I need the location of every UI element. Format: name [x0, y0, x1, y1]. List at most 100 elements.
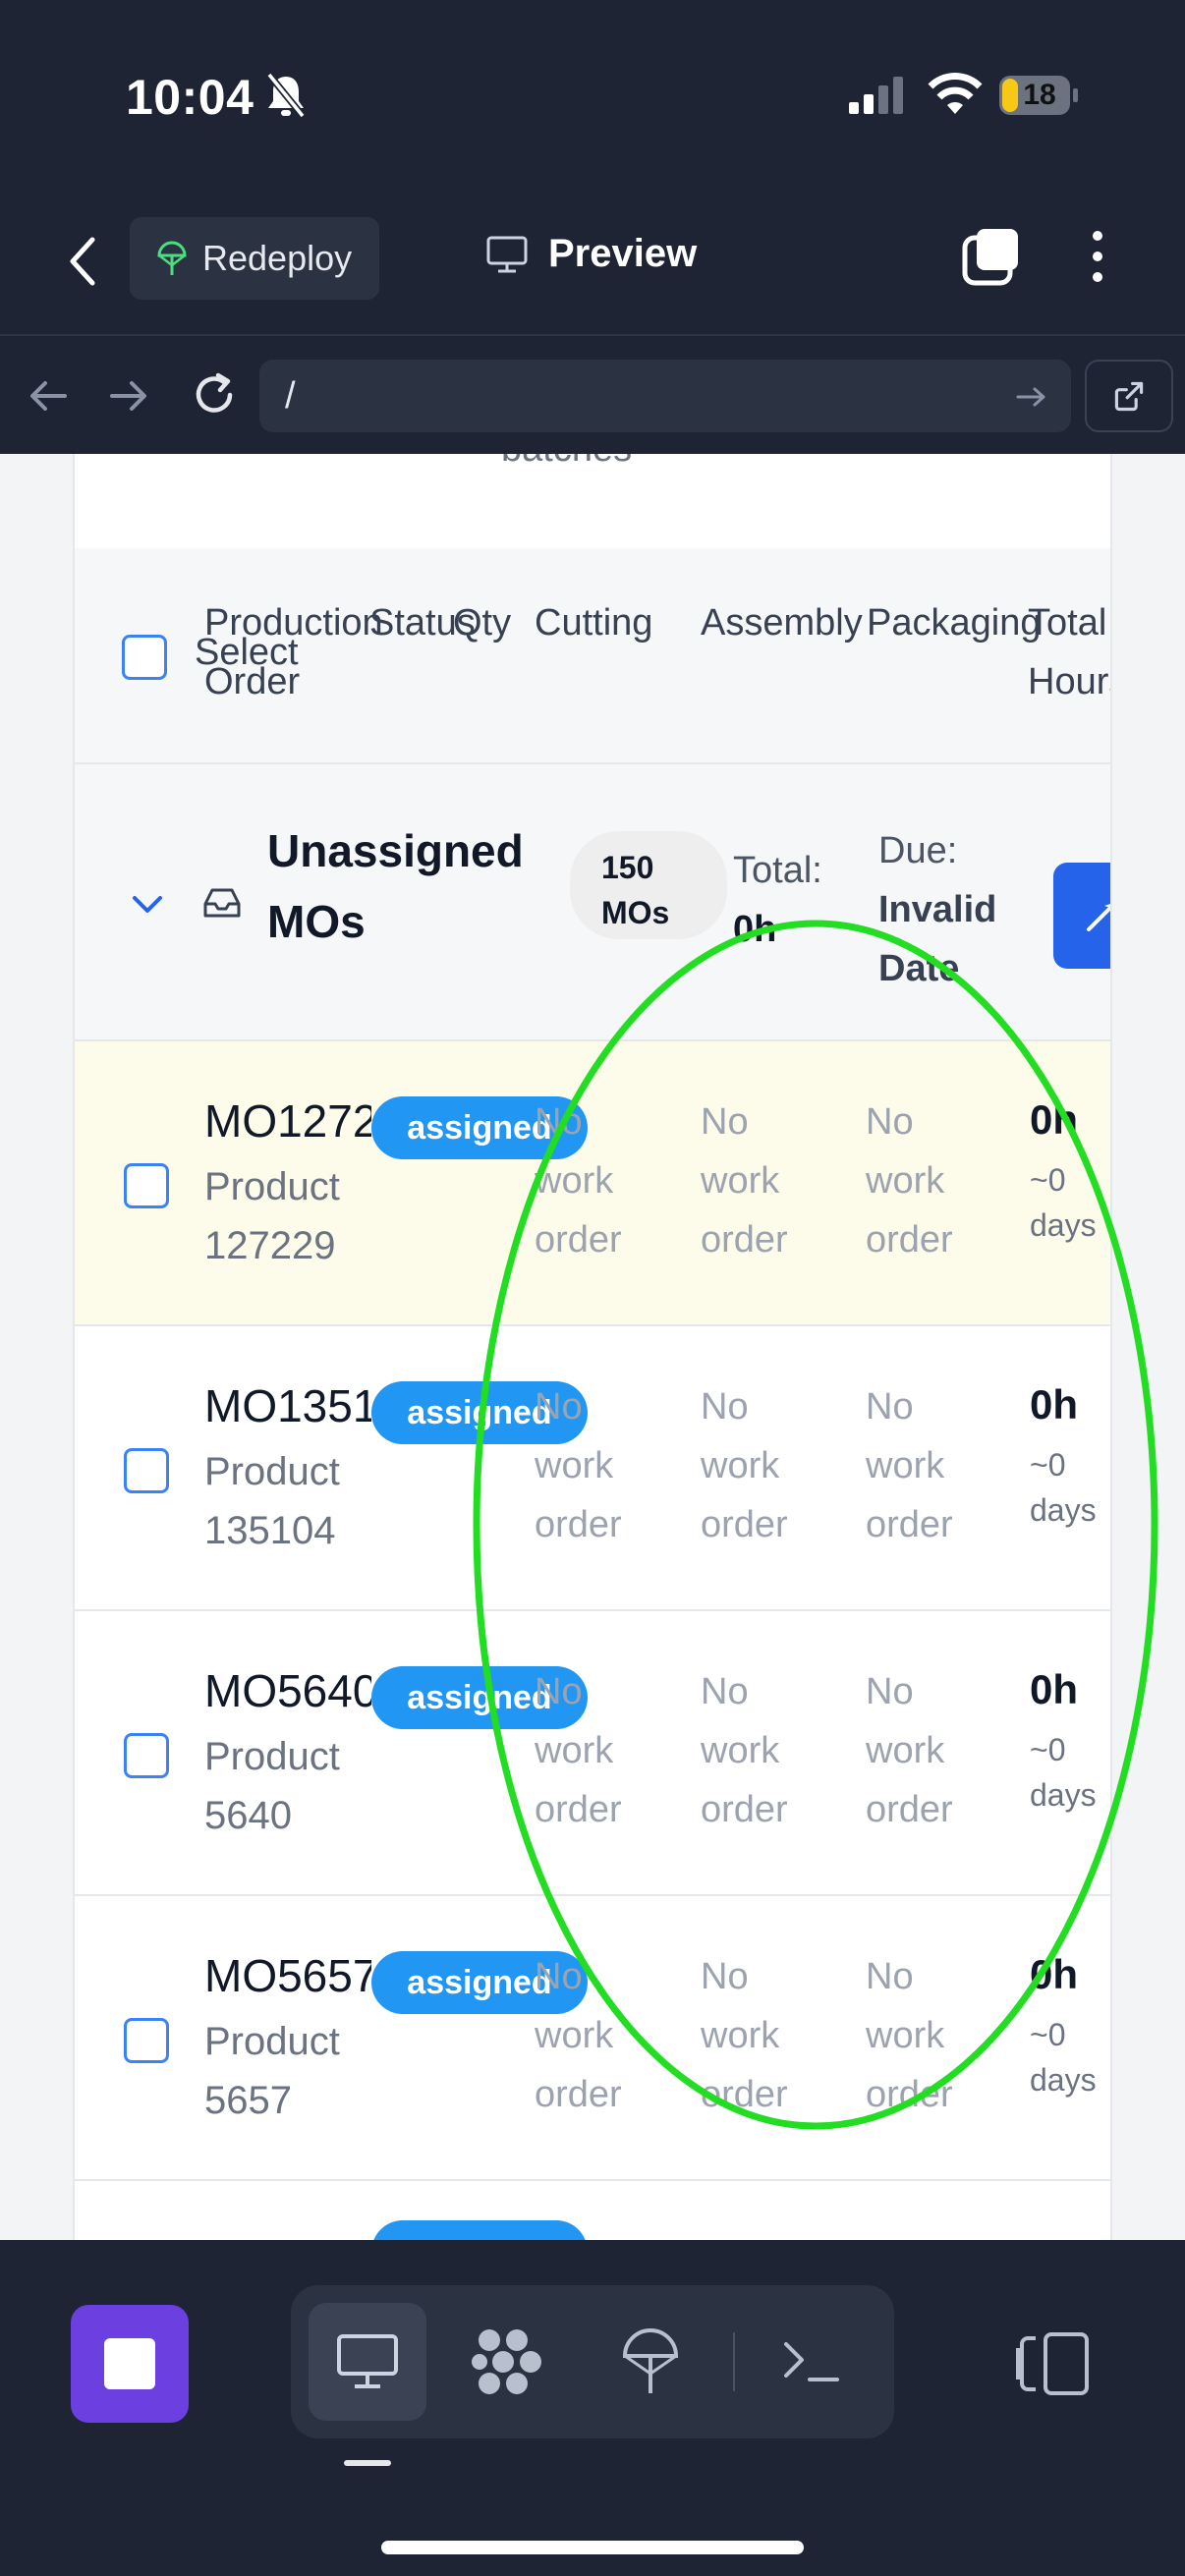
back-arrow-icon[interactable] — [26, 373, 71, 419]
total-hours: 0h — [1030, 1951, 1079, 1997]
row-checkbox[interactable] — [124, 1163, 169, 1208]
mo-number[interactable]: MO135104 — [204, 1379, 371, 1432]
cutting-work-order: No work order — [535, 1671, 622, 1830]
redeploy-label: Redeploy — [202, 238, 353, 278]
total-hours: 0h — [1030, 1096, 1079, 1143]
total-days: ~0 days — [1030, 1162, 1097, 1243]
table-row[interactable]: MO5657 Product5657 1 assigned Noworkorde… — [75, 1896, 1110, 2181]
tool-grid[interactable] — [450, 2303, 568, 2421]
home-indicator — [381, 2541, 804, 2554]
redeploy-button[interactable]: Redeploy — [130, 217, 379, 300]
active-tab-indicator — [344, 2460, 391, 2466]
deploy-icon — [157, 241, 187, 275]
reload-icon[interactable] — [189, 369, 240, 420]
status-badge — [371, 2220, 588, 2240]
total-days: ~0 days — [1030, 1447, 1097, 1528]
mo-number[interactable]: MO127229 — [204, 1094, 371, 1148]
auto-assign-button[interactable] — [1053, 863, 1110, 969]
back-chevron-icon[interactable] — [63, 232, 102, 291]
mo-count-badge: 150 MOs — [570, 831, 727, 939]
tool-group — [291, 2285, 894, 2438]
mo-number[interactable]: MO5657 — [204, 1949, 371, 2002]
total-hours: 0h — [1030, 1381, 1079, 1428]
group-title: Unassigned MOs — [267, 825, 524, 947]
row-checkbox[interactable] — [124, 1448, 169, 1493]
deploy-icon — [622, 2328, 679, 2393]
col-total-hours-2: Hours — [1028, 661, 1110, 702]
table-row[interactable]: MO127229 Product127229 1 assigned Nowork… — [75, 1041, 1110, 1326]
tool-preview[interactable] — [309, 2303, 426, 2421]
chevron-down-icon[interactable] — [130, 892, 165, 916]
row-checkbox[interactable] — [124, 1733, 169, 1778]
more-menu-icon[interactable] — [1079, 228, 1116, 285]
status-time: 10:04 — [126, 70, 254, 125]
bell-off-icon — [266, 72, 306, 119]
monitor-icon — [486, 236, 528, 272]
total-hours: 0h — [1030, 1666, 1079, 1712]
product-name: Product 5657 — [204, 2020, 340, 2122]
col-packaging: Packaging — [867, 602, 1042, 644]
table-row[interactable]: MO5640 Product5640 1 assigned Noworkorde… — [75, 1611, 1110, 1896]
preview-tab[interactable]: Preview — [485, 232, 697, 276]
tabs-icon[interactable] — [961, 226, 1022, 287]
packaging-work-order: No work order — [866, 1671, 953, 1830]
product-name: Product 135104 — [204, 1450, 340, 1552]
inbox-icon — [203, 888, 241, 918]
packaging-work-order: No work order — [866, 1386, 953, 1545]
tool-terminal[interactable] — [753, 2303, 871, 2421]
total-days: ~0 days — [1030, 1732, 1097, 1813]
group-total-value: 0h — [733, 909, 777, 950]
cluster-icon — [472, 2329, 541, 2394]
external-link-icon — [1114, 381, 1144, 412]
assembly-work-order: No work order — [701, 1956, 788, 2115]
group-due-label: Due: — [878, 830, 958, 871]
tool-deploy[interactable] — [592, 2303, 709, 2421]
unassigned-group-row[interactable]: Unassigned MOs 150 MOs Total: 0h Due: In… — [75, 764, 1110, 1041]
cutting-work-order: No work order — [535, 1386, 622, 1545]
terminal-icon — [784, 2342, 839, 2381]
col-assembly: Assembly — [701, 602, 863, 644]
col-production-order-2: Order — [204, 661, 301, 702]
open-external-button[interactable] — [1085, 360, 1173, 432]
magic-wand-icon — [1087, 904, 1110, 931]
status-bar: 10:04 18 — [0, 0, 1185, 196]
table-row[interactable] — [75, 2181, 1110, 2240]
assembly-work-order: No work order — [701, 1386, 788, 1545]
url-input[interactable]: / — [259, 360, 1071, 432]
app-header: Redeploy Preview — [0, 196, 1185, 334]
preview-label: Preview — [548, 232, 698, 275]
col-cutting: Cutting — [535, 602, 653, 644]
table-row[interactable]: MO135104 Product135104 1 assigned Nowork… — [75, 1326, 1110, 1611]
assembly-work-order: No work order — [701, 1671, 788, 1830]
page-content: batches Production Select Order Status Q… — [0, 454, 1185, 2240]
packaging-work-order: No work order — [866, 1101, 953, 1260]
group-total-label: Total: — [733, 850, 822, 891]
cutting-work-order: No work order — [535, 1956, 622, 2115]
go-arrow-icon[interactable] — [1014, 385, 1049, 409]
packaging-work-order: No work order — [866, 1956, 953, 2115]
forward-arrow-icon[interactable] — [106, 373, 151, 419]
batches-label: batches — [501, 454, 632, 471]
mo-number[interactable]: MO5640 — [204, 1664, 371, 1717]
row-checkbox[interactable] — [124, 2018, 169, 2063]
select-all-checkbox[interactable] — [122, 635, 167, 680]
browser-url-bar: / — [0, 334, 1185, 454]
col-qty: Qty — [453, 602, 512, 644]
total-days: ~0 days — [1030, 2017, 1097, 2098]
wifi-icon — [928, 73, 983, 114]
panel-toggle-icon[interactable] — [1014, 2328, 1093, 2399]
product-name: Product 5640 — [204, 1735, 340, 1837]
group-due-value: Invalid Date — [878, 889, 997, 989]
cutting-work-order: No work order — [535, 1101, 622, 1260]
col-total-hours-1: Total — [1028, 602, 1107, 644]
monitor-icon — [337, 2334, 398, 2388]
battery-level: 18 — [1023, 79, 1056, 111]
cellular-signal-icon — [849, 77, 903, 114]
stop-icon — [104, 2338, 155, 2389]
product-name: Product 127229 — [204, 1165, 340, 1267]
bottom-toolbar — [0, 2240, 1185, 2576]
tool-separator — [733, 2332, 735, 2391]
table-header: Production Select Order Status Qty Cutti… — [75, 548, 1110, 764]
mo-table-card: batches Production Select Order Status Q… — [73, 454, 1112, 2240]
stop-button[interactable] — [71, 2305, 189, 2423]
